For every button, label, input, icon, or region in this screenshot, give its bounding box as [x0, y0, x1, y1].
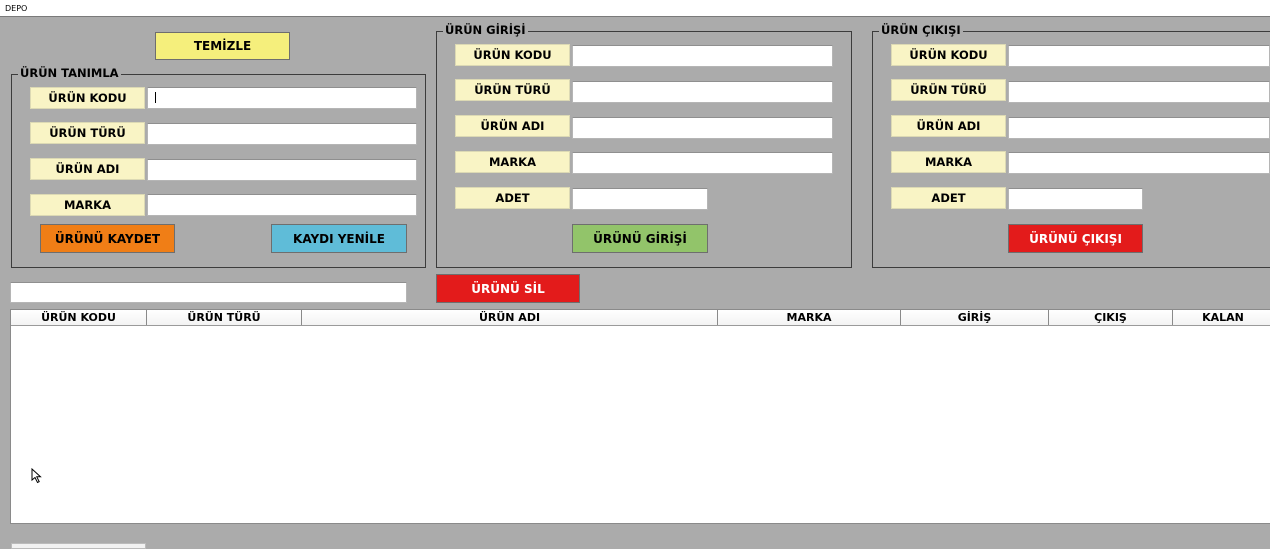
- bottom-status-field: [11, 543, 146, 549]
- define-name-label: ÜRÜN ADI: [30, 158, 145, 180]
- entry-brand-label: MARKA: [455, 151, 570, 173]
- clear-button[interactable]: TEMİZLE: [155, 32, 290, 60]
- table-header: ÜRÜN KODU ÜRÜN TÜRÜ ÜRÜN ADI MARKA GİRİŞ…: [11, 310, 1270, 326]
- exit-brand-label: MARKA: [891, 151, 1006, 173]
- entry-code-input[interactable]: [572, 45, 833, 67]
- refresh-record-button[interactable]: KAYDI YENİLE: [271, 224, 407, 253]
- text-caret: [155, 92, 156, 103]
- search-input[interactable]: [10, 282, 407, 303]
- define-code-input[interactable]: [147, 87, 417, 109]
- column-header-type[interactable]: ÜRÜN TÜRÜ: [147, 310, 302, 325]
- product-exit-button[interactable]: ÜRÜNÜ ÇIKIŞI: [1008, 224, 1143, 253]
- product-define-title: ÜRÜN TANIMLA: [18, 66, 121, 80]
- column-header-name[interactable]: ÜRÜN ADI: [302, 310, 718, 325]
- save-product-button[interactable]: ÜRÜNÜ KAYDET: [40, 224, 175, 253]
- exit-type-label: ÜRÜN TÜRÜ: [891, 79, 1006, 101]
- exit-type-input[interactable]: [1008, 81, 1270, 103]
- column-header-brand[interactable]: MARKA: [718, 310, 901, 325]
- exit-name-input[interactable]: [1008, 117, 1270, 139]
- define-code-label: ÜRÜN KODU: [30, 87, 145, 109]
- entry-qty-input[interactable]: [572, 188, 708, 210]
- entry-code-label: ÜRÜN KODU: [455, 44, 570, 66]
- define-type-label: ÜRÜN TÜRÜ: [30, 122, 145, 144]
- column-header-code[interactable]: ÜRÜN KODU: [11, 310, 147, 325]
- product-entry-button[interactable]: ÜRÜNÜ GİRİŞİ: [572, 224, 708, 253]
- window-titlebar: DEPO: [0, 0, 1270, 17]
- window-title: DEPO: [5, 4, 28, 13]
- column-header-remaining[interactable]: KALAN: [1173, 310, 1270, 325]
- exit-name-label: ÜRÜN ADI: [891, 115, 1006, 137]
- define-name-input[interactable]: [147, 159, 417, 181]
- entry-brand-input[interactable]: [572, 152, 833, 174]
- entry-qty-label: ADET: [455, 187, 570, 209]
- entry-name-label: ÜRÜN ADI: [455, 115, 570, 137]
- product-entry-title: ÜRÜN GİRİŞİ: [443, 23, 528, 37]
- define-type-input[interactable]: [147, 123, 417, 145]
- mouse-pointer-icon: [31, 468, 42, 484]
- entry-type-label: ÜRÜN TÜRÜ: [455, 79, 570, 101]
- column-header-out[interactable]: ÇIKIŞ: [1049, 310, 1173, 325]
- exit-qty-label: ADET: [891, 187, 1006, 209]
- entry-type-input[interactable]: [572, 81, 833, 103]
- exit-qty-input[interactable]: [1008, 188, 1143, 210]
- column-header-in[interactable]: GİRİŞ: [901, 310, 1049, 325]
- entry-name-input[interactable]: [572, 117, 833, 139]
- exit-code-label: ÜRÜN KODU: [891, 44, 1006, 66]
- product-exit-title: ÜRÜN ÇIKIŞI: [879, 23, 963, 37]
- define-brand-input[interactable]: [147, 194, 417, 216]
- exit-code-input[interactable]: [1008, 45, 1270, 67]
- products-table[interactable]: ÜRÜN KODU ÜRÜN TÜRÜ ÜRÜN ADI MARKA GİRİŞ…: [10, 309, 1270, 524]
- define-brand-label: MARKA: [30, 194, 145, 216]
- delete-product-button[interactable]: ÜRÜNÜ SİL: [436, 274, 580, 303]
- exit-brand-input[interactable]: [1008, 152, 1270, 174]
